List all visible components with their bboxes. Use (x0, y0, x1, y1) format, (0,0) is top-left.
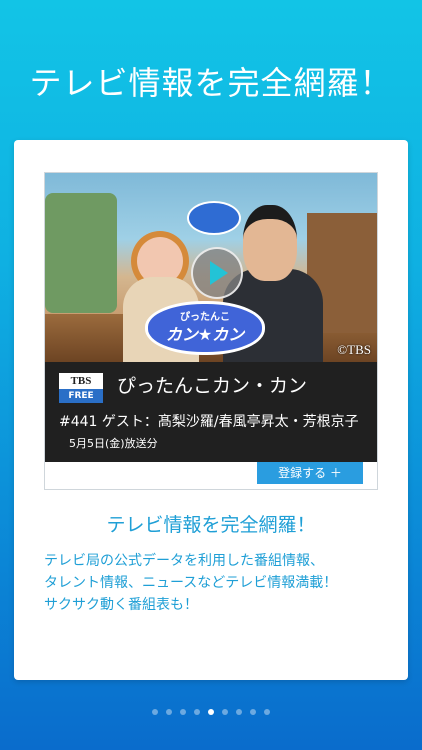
page-dot[interactable] (208, 709, 214, 715)
register-button[interactable]: 登録する ＋ (257, 462, 363, 484)
program-thumbnail[interactable]: ぴったんこ カン★カン ©TBS (45, 173, 377, 362)
episode-details: #441 ゲスト：髙梨沙羅/春風亭昇太・芳根京子 5月5日(金)放送分 (59, 412, 371, 454)
feature-card: ぴったんこ カン★カン ©TBS TBS FREE ぴったんこカン・カン #44… (14, 140, 408, 680)
channel-logo-tag: FREE (59, 389, 103, 403)
channel-logo: TBS FREE (59, 373, 103, 403)
air-date: 5月5日(金)放送分 (69, 437, 158, 450)
page-dot[interactable] (166, 709, 172, 715)
card-description: テレビ局の公式データを利用した番組情報、 タレント情報、ニュースなどテレビ情報満… (44, 550, 388, 616)
page-dot[interactable] (194, 709, 200, 715)
page-dot[interactable] (236, 709, 242, 715)
description-line: テレビ局の公式データを利用した番組情報、 (44, 553, 324, 569)
host-man-head (243, 205, 297, 281)
description-line: サクサク動く番組表も！ (44, 597, 198, 613)
page-dot[interactable] (180, 709, 186, 715)
program-info: TBS FREE ぴったんこカン・カン #441 ゲスト：髙梨沙羅/春風亭昇太・… (45, 362, 377, 462)
card-title: テレビ情報を完全網羅！ (106, 514, 316, 536)
channel-logo-name: TBS (59, 373, 103, 389)
play-icon[interactable] (191, 247, 243, 299)
episode-text: #441 ゲスト：髙梨沙羅/春風亭昇太・芳根京子 (59, 414, 359, 430)
show-logo-line2: カン★カン (165, 325, 245, 344)
copyright-text: ©TBS (337, 342, 371, 357)
page-dot[interactable] (250, 709, 256, 715)
program-preview[interactable]: ぴったんこ カン★カン ©TBS TBS FREE ぴったんこカン・カン #44… (44, 172, 378, 490)
page-dot[interactable] (152, 709, 158, 715)
page-dot[interactable] (264, 709, 270, 715)
program-title: ぴったんこカン・カン (117, 375, 308, 397)
set-logo-sign (187, 201, 241, 235)
description-line: タレント情報、ニュースなどテレビ情報満載！ (44, 575, 338, 591)
set-prop-left (45, 193, 117, 313)
show-logo: ぴったんこ カン★カン (145, 301, 265, 355)
page-indicator[interactable] (0, 709, 422, 715)
page-dot[interactable] (222, 709, 228, 715)
page-headline: テレビ情報を完全網羅！ (29, 64, 393, 102)
